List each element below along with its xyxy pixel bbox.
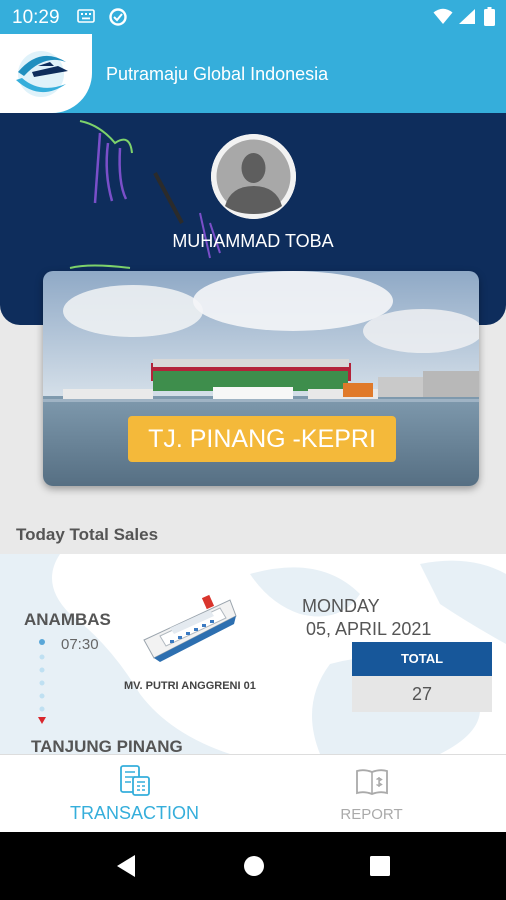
home-icon[interactable] [243,855,265,877]
keyboard-icon [77,9,95,28]
nav-transaction[interactable]: TRANSACTION [8,755,261,833]
app-bar: Putramaju Global Indonesia [0,34,506,113]
route-badge: TJ. PINANG -KEPRI [128,416,396,462]
status-time: 10:29 [12,7,60,28]
ship-logo-icon [16,51,68,97]
user-silhouette-icon [211,134,296,219]
total-value: 27 [352,676,492,712]
sales-date: 05, APRIL 2021 [306,619,432,639]
battery-icon [484,7,495,31]
nav-report-label: REPORT [340,806,403,823]
signal-icon [458,8,476,30]
nav-report[interactable]: REPORT [245,755,498,833]
recents-icon[interactable] [370,856,390,876]
avatar[interactable] [211,134,296,219]
departure-time: 07:30 [61,636,99,653]
report-icon [356,769,388,795]
bottom-navigation: TRANSACTION REPORT [0,754,506,832]
sales-day: MONDAY [302,596,380,616]
wifi-icon [433,8,453,30]
app-title: Putramaju Global Indonesia [106,64,329,84]
origin-port: ANAMBAS [24,610,111,629]
status-bar: 10:29 [0,0,506,34]
sales-card[interactable]: ANAMBAS 07:30 MV. PUTRI ANGGRENI 01 MOND… [0,554,506,754]
cruise-ship-icon [143,594,237,662]
route-card[interactable]: TJ. PINANG -KEPRI [43,271,479,486]
destination-port: TANJUNG PINANG [31,737,183,754]
app-logo [0,34,92,113]
nav-transaction-label: TRANSACTION [69,803,199,823]
total-label: TOTAL [352,642,492,676]
transaction-icon [120,765,150,796]
user-name: MUHAMMAD TOBA [172,231,334,251]
ship-name: MV. PUTRI ANGGRENI 01 [124,680,256,692]
back-icon[interactable] [115,854,137,878]
section-title: Today Total Sales [16,525,159,544]
data-saver-icon [108,7,128,32]
route-line-icon [38,639,46,724]
system-nav-bar [0,832,506,900]
